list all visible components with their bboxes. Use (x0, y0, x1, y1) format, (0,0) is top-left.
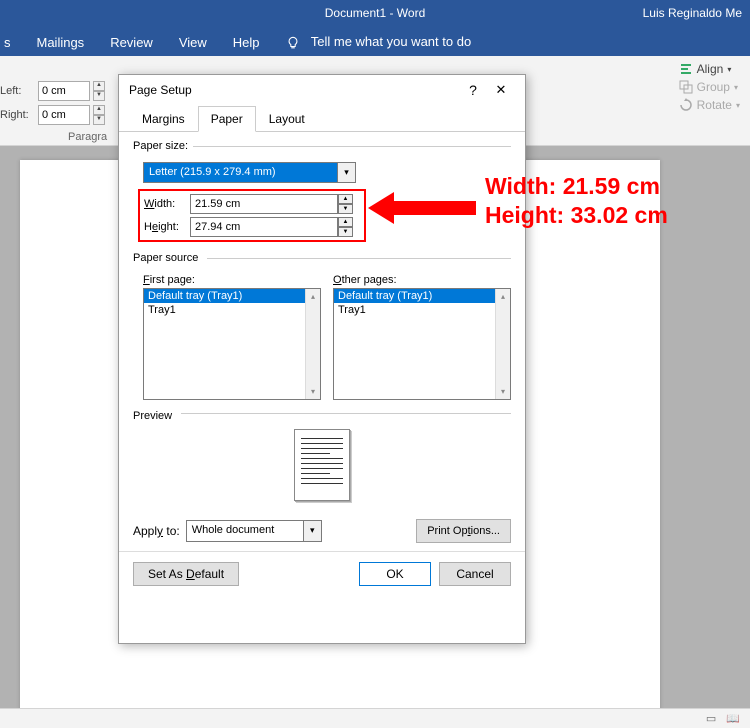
tab-paper[interactable]: Paper (198, 106, 256, 132)
indent-right-up[interactable]: ▲ (93, 105, 105, 115)
dimensions-highlight: Width: ▲ ▼ Height: ▲ ▼ (138, 189, 366, 242)
apply-to-dropdown[interactable]: ▾ (304, 520, 322, 542)
width-input[interactable] (190, 194, 338, 214)
rotate-button[interactable]: Rotate ▾ (679, 98, 740, 112)
group-button[interactable]: Group ▾ (679, 80, 740, 94)
help-button[interactable]: ? (459, 82, 487, 98)
dialog-titlebar: Page Setup ? ✕ (119, 75, 525, 105)
page-setup-dialog: Page Setup ? ✕ Margins Paper Layout Pape… (118, 74, 526, 644)
status-bar: ▭ 📖 (0, 708, 750, 728)
paper-size-select[interactable]: Letter (215.9 x 279.4 mm) ▾ (143, 162, 511, 183)
indent-group: Left: ▲ ▼ Right: ▲ ▼ (0, 81, 105, 129)
width-up[interactable]: ▲ (338, 194, 353, 204)
read-mode-icon[interactable]: 📖 (726, 712, 740, 725)
apply-to-value: Whole document (186, 520, 304, 542)
document-title: Document1 - Word (325, 6, 425, 20)
width-label: Width: (144, 198, 190, 210)
window-titlebar: Document1 - Word Luis Reginaldo Me (0, 0, 750, 28)
indent-right-label: Right: (0, 109, 34, 121)
list-item[interactable]: Tray1 (144, 303, 320, 317)
ribbon-tab-partial[interactable]: s (0, 31, 15, 54)
scrollbar[interactable]: ▴▾ (305, 289, 320, 399)
dialog-title: Page Setup (129, 83, 459, 97)
list-item[interactable]: Default tray (Tray1) (144, 289, 320, 303)
height-up[interactable]: ▲ (338, 217, 353, 227)
indent-left-down[interactable]: ▼ (93, 91, 105, 101)
indent-right-input[interactable] (38, 105, 90, 125)
chevron-down-icon: ▾ (734, 83, 738, 92)
dialog-footer: Set As Default OK Cancel (119, 551, 525, 596)
ribbon-tab-view[interactable]: View (175, 31, 211, 54)
tab-layout[interactable]: Layout (256, 106, 318, 132)
user-name: Luis Reginaldo Me (643, 6, 742, 20)
ribbon-tab-mailings[interactable]: Mailings (33, 31, 89, 54)
indent-left-label: Left: (0, 85, 34, 97)
view-icon[interactable]: ▭ (706, 712, 716, 725)
paragraph-group-label: Paragra (68, 131, 107, 143)
scroll-up-icon[interactable]: ▴ (306, 289, 320, 304)
height-label: Height: (144, 221, 190, 233)
height-input[interactable] (190, 217, 338, 237)
scroll-down-icon[interactable]: ▾ (496, 384, 510, 399)
list-item[interactable]: Default tray (Tray1) (334, 289, 510, 303)
scrollbar[interactable]: ▴▾ (495, 289, 510, 399)
apply-to-label: Apply to: (133, 524, 180, 538)
ok-button[interactable]: OK (359, 562, 431, 586)
indent-left-up[interactable]: ▲ (93, 81, 105, 91)
dialog-tabs: Margins Paper Layout (119, 105, 525, 132)
first-page-label: First page: (143, 274, 321, 286)
align-button[interactable]: Align ▾ (679, 62, 740, 76)
annotation-arrow (368, 192, 476, 222)
ribbon-tab-help[interactable]: Help (229, 31, 264, 54)
cancel-button[interactable]: Cancel (439, 562, 511, 586)
width-down[interactable]: ▼ (338, 204, 353, 214)
print-options-button[interactable]: Print Options... (416, 519, 511, 543)
list-item[interactable]: Tray1 (334, 303, 510, 317)
preview-label: Preview (133, 410, 511, 422)
rotate-icon (679, 98, 693, 112)
indent-right-down[interactable]: ▼ (93, 115, 105, 125)
tab-margins[interactable]: Margins (129, 106, 198, 132)
annotation-text: Width: 21.59 cm Height: 33.02 cm (485, 172, 668, 230)
tell-me-label: Tell me what you want to do (307, 30, 475, 53)
scroll-down-icon[interactable]: ▾ (306, 384, 320, 399)
other-pages-list[interactable]: Default tray (Tray1) Tray1 ▴▾ (333, 288, 511, 400)
other-pages-label: Other pages: (333, 274, 511, 286)
scroll-up-icon[interactable]: ▴ (496, 289, 510, 304)
chevron-down-icon: ▾ (736, 101, 740, 110)
apply-to-select[interactable]: Whole document ▾ (186, 520, 322, 542)
ribbon-tabs: s Mailings Review View Help Tell me what… (0, 28, 750, 56)
paper-size-value: Letter (215.9 x 279.4 mm) (143, 162, 338, 183)
preview-thumbnail (294, 429, 350, 501)
first-page-list[interactable]: Default tray (Tray1) Tray1 ▴▾ (143, 288, 321, 400)
align-icon (679, 62, 693, 76)
set-as-default-button[interactable]: Set As Default (133, 562, 239, 586)
group-icon (679, 80, 693, 94)
height-down[interactable]: ▼ (338, 227, 353, 237)
indent-left-input[interactable] (38, 81, 90, 101)
ribbon-tab-review[interactable]: Review (106, 31, 157, 54)
chevron-down-icon: ▾ (727, 65, 731, 74)
close-button[interactable]: ✕ (487, 82, 515, 98)
lightbulb-icon (286, 36, 300, 50)
paper-size-dropdown[interactable]: ▾ (338, 162, 356, 183)
arrange-group: Align ▾ Group ▾ Rotate ▾ (679, 62, 740, 116)
tell-me[interactable]: Tell me what you want to do (282, 30, 480, 54)
